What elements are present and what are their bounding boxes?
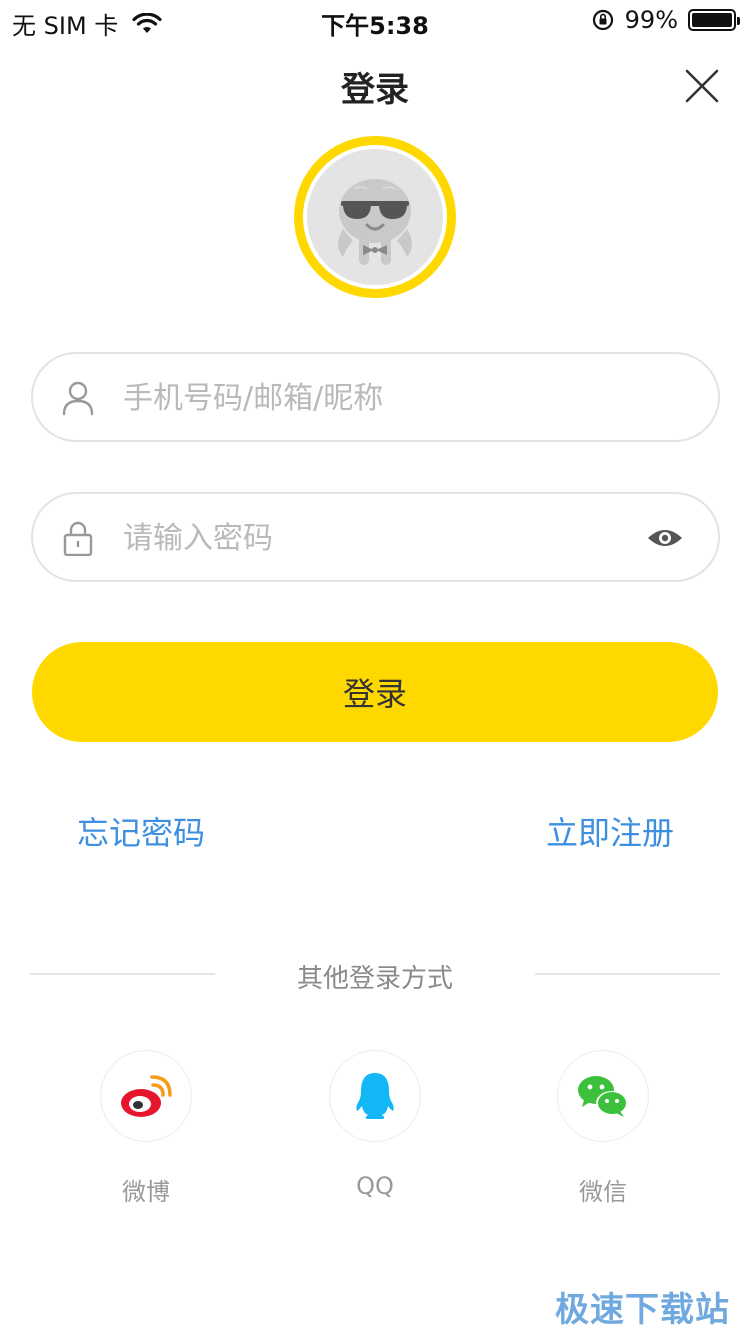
divider-right (535, 973, 720, 975)
close-icon[interactable] (682, 66, 722, 106)
avatar (294, 136, 456, 298)
weibo-login-button[interactable]: 微博 (100, 1050, 192, 1207)
password-input[interactable] (123, 512, 643, 564)
user-icon (62, 381, 94, 416)
status-right: 99% (591, 6, 740, 34)
watermark: 极速下载站 (555, 1290, 730, 1330)
wechat-label: 微信 (579, 1178, 627, 1206)
wechat-login-button[interactable]: 微信 (557, 1050, 649, 1207)
rotation-lock-icon (592, 9, 613, 31)
forgot-password-link[interactable]: 忘记密码 (77, 808, 205, 854)
weibo-label: 微博 (122, 1178, 170, 1206)
account-field[interactable] (31, 352, 720, 442)
other-login-title: 其他登录方式 (296, 964, 453, 994)
qq-login-button[interactable]: QQ (329, 1050, 421, 1200)
qq-label: QQ (356, 1172, 394, 1200)
octopus-mascot-icon (307, 149, 443, 285)
status-bar: 无 SIM 卡 下午5:38 99% (0, 0, 750, 40)
lock-icon (63, 521, 93, 556)
register-link[interactable]: 立即注册 (546, 808, 674, 854)
eye-icon[interactable] (646, 522, 684, 554)
wechat-icon (578, 1076, 628, 1117)
password-field[interactable] (31, 492, 720, 582)
qq-icon (356, 1073, 394, 1119)
battery-fill (692, 13, 732, 27)
weibo-icon (121, 1075, 172, 1117)
account-input[interactable] (123, 372, 643, 424)
battery-icon (688, 9, 740, 31)
page-title: 登录 (341, 70, 409, 110)
battery-percent: 99% (624, 6, 678, 34)
login-button[interactable]: 登录 (32, 642, 718, 742)
